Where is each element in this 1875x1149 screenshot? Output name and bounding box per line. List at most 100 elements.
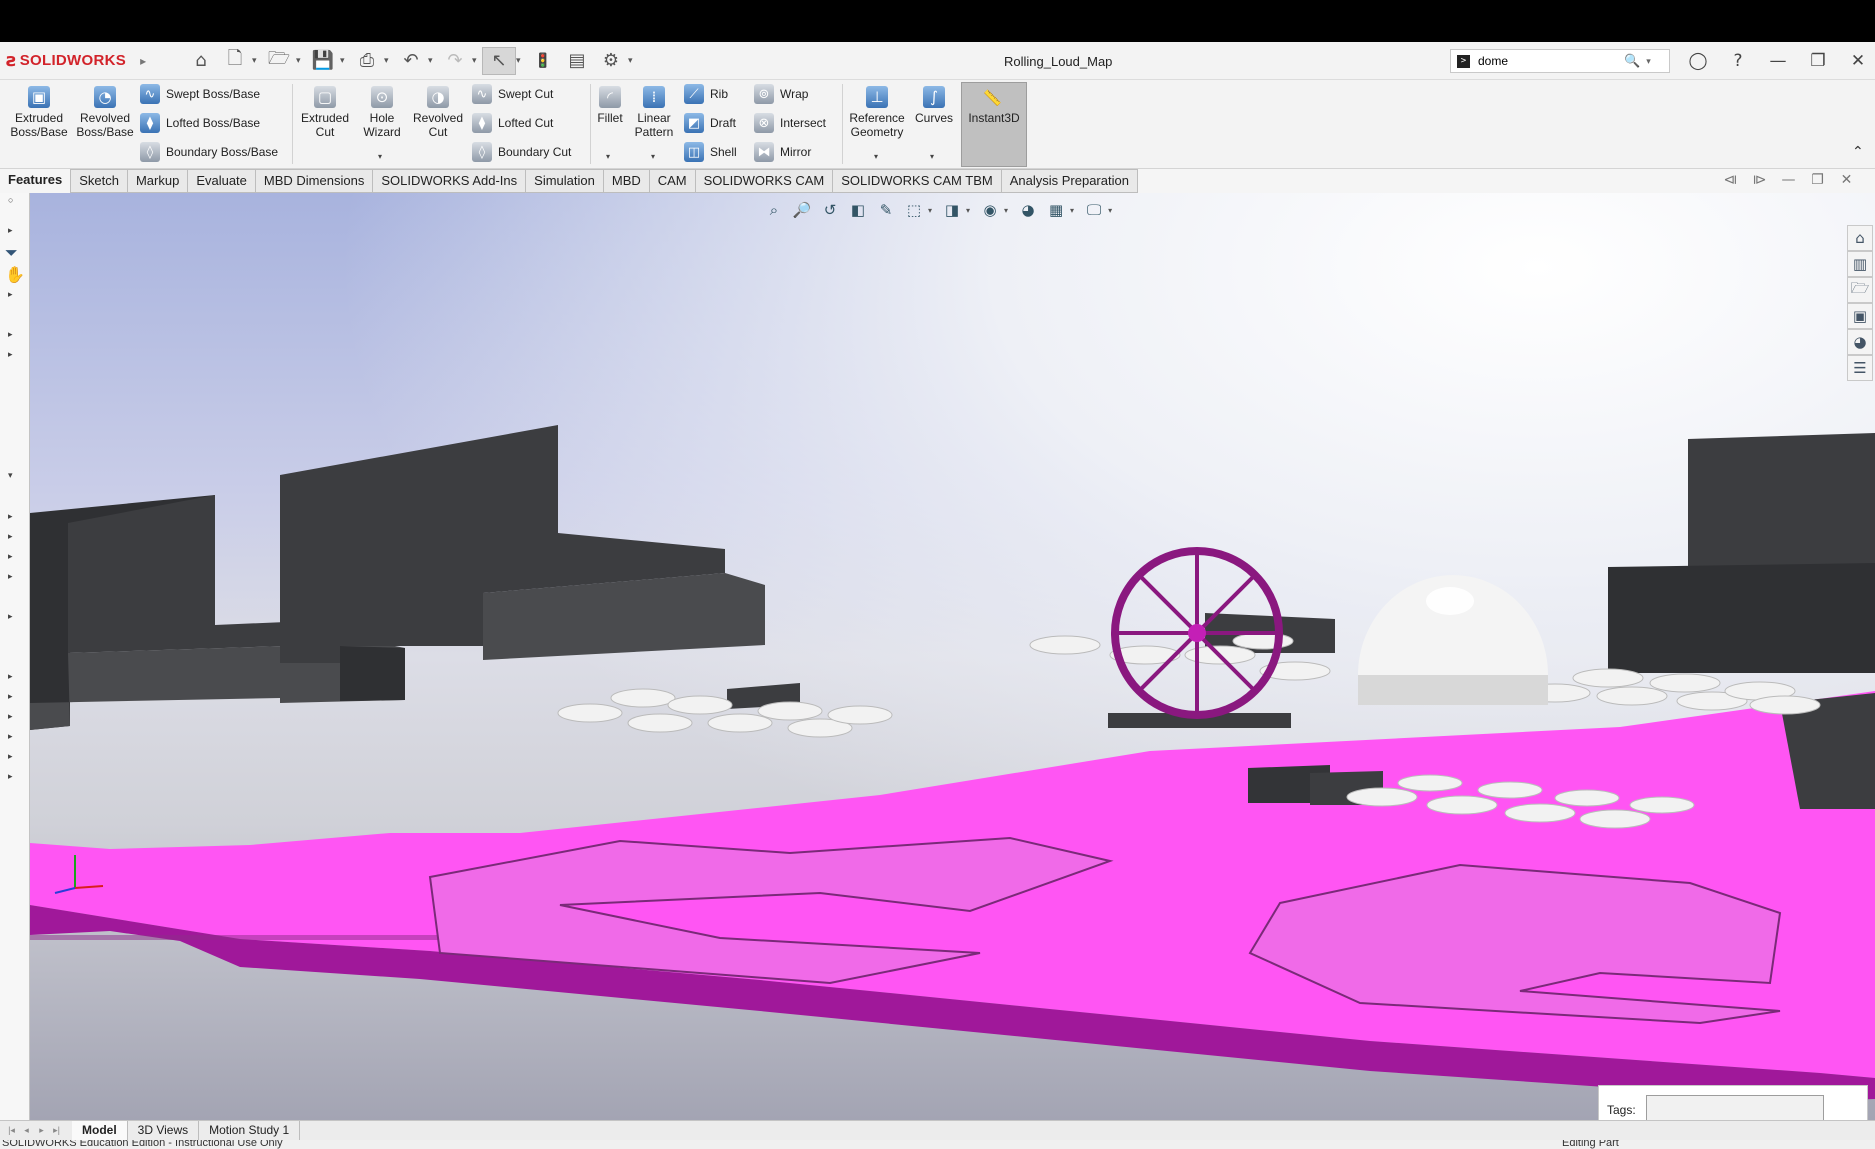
draft-button[interactable]: ◩ Draft: [684, 113, 736, 133]
zoom-to-fit-icon[interactable]: ⌕: [760, 199, 788, 221]
solidworks-logo[interactable]: ƨ SOLIDWORKS ▸: [6, 50, 156, 71]
curves-button[interactable]: ∫ Curves: [912, 86, 956, 125]
chevron-down-icon[interactable]: ▾: [651, 152, 655, 161]
first-tab-icon[interactable]: |◂: [4, 1125, 19, 1136]
chevron-down-icon[interactable]: ▾: [606, 152, 610, 161]
edit-appearance-icon[interactable]: ◕: [1014, 199, 1042, 221]
tab-features[interactable]: Features: [0, 169, 72, 193]
extruded-cut-button[interactable]: ▢ Extruded Cut: [296, 86, 354, 139]
tab-3d-views[interactable]: 3D Views: [128, 1121, 200, 1140]
chevron-down-icon[interactable]: ▾: [930, 152, 934, 161]
chevron-right-icon[interactable]: ▸: [8, 711, 13, 722]
design-library-icon[interactable]: ▥: [1847, 251, 1873, 277]
chevron-right-icon[interactable]: ▸: [8, 531, 13, 542]
tab-analysis-preparation[interactable]: Analysis Preparation: [1001, 169, 1138, 193]
lofted-boss-button[interactable]: ⧫ Lofted Boss/Base: [140, 113, 260, 133]
graphics-area[interactable]: ○ ▸ ⏷ ✋ ▸ ▸ ▸ ▾ ▸ ▸ ▸ ▸ ▸ ▸ ▸ ▸ ▸ ▸ ▸ ⌕ …: [0, 193, 1875, 1120]
wrap-button[interactable]: ⊚ Wrap: [754, 84, 808, 104]
help-icon[interactable]: ?: [1718, 50, 1758, 72]
previous-tab-icon[interactable]: ◂: [19, 1125, 34, 1136]
intersect-button[interactable]: ⊗ Intersect: [754, 113, 826, 133]
chevron-down-icon[interactable]: ▾: [428, 55, 438, 66]
tab-solidworks-cam-tbm[interactable]: SOLIDWORKS CAM TBM: [833, 169, 1002, 193]
chevron-right-icon[interactable]: ▸: [8, 289, 13, 300]
tab-model[interactable]: Model: [72, 1121, 128, 1140]
chevron-down-icon[interactable]: ▾: [296, 55, 306, 66]
chevron-down-icon[interactable]: ▾: [516, 55, 526, 66]
solidworks-resources-icon[interactable]: ⌂: [1847, 225, 1873, 251]
chevron-down-icon[interactable]: ▾: [874, 152, 878, 161]
previous-view-icon[interactable]: ↺: [816, 199, 844, 221]
chevron-right-icon[interactable]: ▸: [8, 771, 13, 782]
file-properties-icon[interactable]: ▤: [560, 47, 594, 75]
swept-cut-button[interactable]: ∿ Swept Cut: [472, 84, 553, 104]
chevron-right-icon[interactable]: ▸: [8, 731, 13, 742]
appearances-icon[interactable]: ◕: [1847, 329, 1873, 355]
tile-left-icon[interactable]: ⧏: [1716, 172, 1745, 188]
select-cursor-icon[interactable]: ↖: [482, 46, 516, 75]
lofted-cut-button[interactable]: ⧫ Lofted Cut: [472, 113, 553, 133]
swept-boss-button[interactable]: ∿ Swept Boss/Base: [140, 84, 260, 104]
tab-cam[interactable]: CAM: [649, 169, 696, 193]
tab-sketch[interactable]: Sketch: [71, 169, 128, 193]
last-tab-icon[interactable]: ▸|: [49, 1125, 64, 1136]
redo-icon[interactable]: ↷: [438, 47, 472, 75]
hide-show-items-icon[interactable]: ◉: [976, 199, 1004, 221]
tab-markup[interactable]: Markup: [127, 169, 189, 193]
reference-geometry-button[interactable]: ⊥ Reference Geometry: [846, 86, 908, 139]
undo-icon[interactable]: ↶: [394, 47, 428, 75]
chevron-right-icon[interactable]: ▸: [8, 751, 13, 762]
sensors-icon[interactable]: ✋: [5, 265, 25, 284]
fillet-button[interactable]: ◜ Fillet: [594, 86, 626, 125]
search-icon[interactable]: 🔍: [1624, 54, 1640, 69]
tile-right-icon[interactable]: ⧐: [1745, 172, 1774, 188]
rib-button[interactable]: ⟋ Rib: [684, 84, 728, 104]
tab-mbd[interactable]: MBD: [603, 169, 650, 193]
tab-solidworks-add-ins[interactable]: SOLIDWORKS Add-Ins: [373, 169, 527, 193]
minimize-icon[interactable]: —: [1774, 172, 1803, 188]
zoom-to-area-icon[interactable]: 🔎: [788, 199, 816, 221]
chevron-down-icon[interactable]: ▾: [1004, 206, 1008, 215]
revolved-cut-button[interactable]: ◑ Revolved Cut: [410, 86, 466, 139]
next-tab-icon[interactable]: ▸: [34, 1125, 49, 1136]
tab-evaluate[interactable]: Evaluate: [188, 169, 256, 193]
tab-motion-study-1[interactable]: Motion Study 1: [199, 1121, 301, 1140]
open-folder-icon[interactable]: 🗁: [262, 47, 296, 75]
chevron-down-icon[interactable]: ▾: [384, 55, 394, 66]
rebuild-traffic-light-icon[interactable]: 🚦: [526, 47, 560, 75]
boundary-boss-button[interactable]: ◊ Boundary Boss/Base: [140, 142, 278, 162]
tab-solidworks-cam[interactable]: SOLIDWORKS CAM: [695, 169, 834, 193]
chevron-icon[interactable]: ○: [8, 195, 13, 205]
restore-icon[interactable]: ❐: [1803, 172, 1832, 188]
section-view-icon[interactable]: ◧: [844, 199, 872, 221]
new-document-icon[interactable]: 🗋: [218, 47, 252, 75]
revolved-boss-button[interactable]: ◔ Revolved Boss/Base: [74, 86, 136, 139]
file-explorer-icon[interactable]: 🗁: [1847, 277, 1873, 303]
chevron-right-icon[interactable]: ▸: [140, 54, 146, 68]
apply-scene-icon[interactable]: ▦: [1042, 199, 1070, 221]
options-gear-icon[interactable]: ⚙: [594, 47, 628, 75]
chevron-right-icon[interactable]: ▸: [8, 551, 13, 562]
tags-input[interactable]: [1645, 1095, 1824, 1120]
custom-properties-icon[interactable]: ☰: [1847, 355, 1873, 381]
chevron-down-icon[interactable]: ▾: [378, 152, 382, 161]
shell-button[interactable]: ◫ Shell: [684, 142, 737, 162]
chevron-down-icon[interactable]: ▾: [472, 55, 482, 66]
boundary-cut-button[interactable]: ◊ Boundary Cut: [472, 142, 571, 162]
minimize-icon[interactable]: —: [1758, 50, 1798, 72]
collapse-ribbon-icon[interactable]: ⌃: [1852, 144, 1864, 160]
chevron-right-icon[interactable]: ▸: [8, 225, 13, 236]
chevron-right-icon[interactable]: ▸: [8, 511, 13, 522]
chevron-down-icon[interactable]: ▾: [1646, 56, 1651, 67]
display-style-icon[interactable]: ◨: [938, 199, 966, 221]
close-icon[interactable]: ✕: [1838, 50, 1875, 72]
chevron-right-icon[interactable]: ▸: [8, 349, 13, 360]
3d-model-scene[interactable]: [0, 193, 1875, 1120]
chevron-down-icon[interactable]: ▾: [8, 470, 13, 481]
view-orientation-icon[interactable]: ⬚: [900, 199, 928, 221]
search-input[interactable]: [1478, 54, 1618, 68]
chevron-right-icon[interactable]: ▸: [8, 611, 13, 622]
chevron-down-icon[interactable]: ▾: [966, 206, 970, 215]
chevron-down-icon[interactable]: ▾: [252, 55, 262, 66]
user-account-icon[interactable]: ◯: [1678, 50, 1718, 72]
